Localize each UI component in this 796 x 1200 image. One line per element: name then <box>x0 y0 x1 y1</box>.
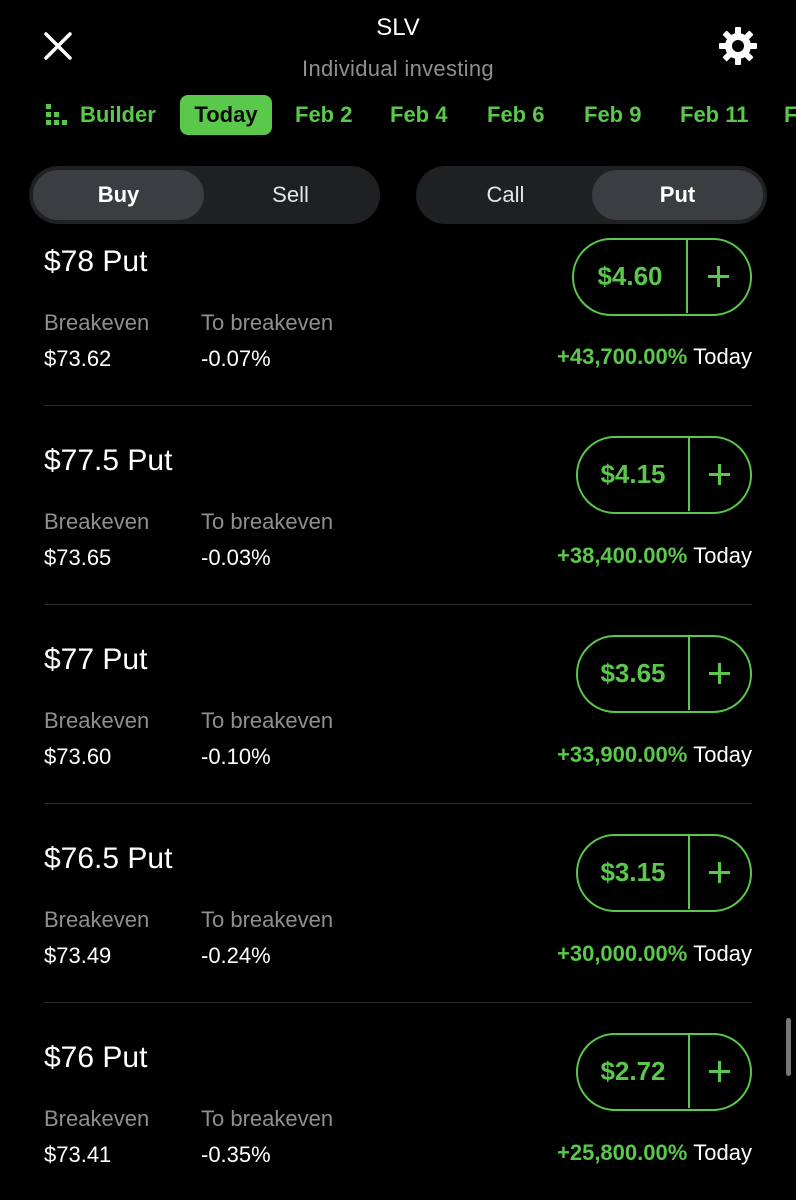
plus-icon <box>709 862 730 883</box>
strike-label: $77.5 Put <box>44 444 173 477</box>
strike-label: $77 Put <box>44 643 148 676</box>
add-to-order-button[interactable] <box>688 240 749 313</box>
daily-change: +25,800.00% Today <box>557 1140 752 1166</box>
daily-change: +30,000.00% Today <box>557 941 752 967</box>
plus-icon <box>709 663 730 684</box>
to-breakeven-label: To breakeven <box>201 907 334 932</box>
to-breakeven-value: -0.24% <box>201 943 271 968</box>
change-percent: +30,000.00% <box>557 941 688 966</box>
account-subtitle: Individual investing <box>302 56 494 81</box>
tab-feb-2[interactable]: Feb 2 <box>295 95 352 135</box>
change-period: Today <box>693 344 752 369</box>
breakeven-label: Breakeven <box>44 509 150 534</box>
change-period: Today <box>693 1140 752 1165</box>
add-to-order-button[interactable] <box>690 438 749 511</box>
to-breakeven-value: -0.07% <box>201 346 271 371</box>
breakeven-label: Breakeven <box>44 1106 150 1131</box>
price-pill: $3.15 <box>576 834 752 912</box>
option-price-button[interactable]: $3.15 <box>578 836 688 909</box>
tab-feb-11[interactable]: Feb 11 <box>680 95 748 135</box>
tab-feb-6[interactable]: Feb 6 <box>487 95 544 135</box>
price-pill: $4.15 <box>576 436 752 514</box>
to-breakeven-value: -0.03% <box>201 545 271 570</box>
breakeven-label: Breakeven <box>44 708 150 733</box>
breakeven-label: Breakeven <box>44 907 150 932</box>
breakeven-value: $73.41 <box>44 1142 112 1167</box>
strike-label: $76.5 Put <box>44 842 173 875</box>
to-breakeven-label: To breakeven <box>201 708 334 733</box>
tab-builder[interactable]: Builder <box>80 95 156 135</box>
plus-icon <box>709 1061 730 1082</box>
tab-feb-4[interactable]: Feb 4 <box>390 95 447 135</box>
plus-icon <box>708 266 729 287</box>
option-price-button[interactable]: $4.60 <box>574 240 686 313</box>
strike-label: $76 Put <box>44 1041 148 1074</box>
tab-next-partial[interactable]: F <box>784 95 796 135</box>
option-price-button[interactable]: $3.65 <box>578 637 688 710</box>
change-percent: +43,700.00% <box>557 344 688 369</box>
page-title: SLV <box>376 14 420 41</box>
price-pill: $3.65 <box>576 635 752 713</box>
option-price-button[interactable]: $4.15 <box>578 438 688 511</box>
to-breakeven-label: To breakeven <box>201 1106 334 1131</box>
option-row[interactable]: $77 Put Breakeven To breakeven $73.60 -0… <box>44 605 752 804</box>
daily-change: +43,700.00% Today <box>557 344 752 370</box>
breakeven-value: $73.62 <box>44 346 112 371</box>
breakeven-value: $73.60 <box>44 744 112 769</box>
option-row[interactable]: $76 Put Breakeven To breakeven $73.41 -0… <box>44 1003 752 1200</box>
option-row[interactable]: $76.5 Put Breakeven To breakeven $73.49 … <box>44 804 752 1003</box>
to-breakeven-value: -0.35% <box>201 1142 271 1167</box>
daily-change: +38,400.00% Today <box>557 543 752 569</box>
change-period: Today <box>693 742 752 767</box>
breakeven-label: Breakeven <box>44 310 150 335</box>
settings-button[interactable] <box>716 24 760 68</box>
expiration-tabs: Builder Today Feb 2 Feb 4 Feb 6 Feb 9 Fe… <box>0 95 796 135</box>
change-percent: +33,900.00% <box>557 742 688 767</box>
option-price-button[interactable]: $2.72 <box>578 1035 688 1108</box>
plus-icon <box>709 464 730 485</box>
strike-label: $78 Put <box>44 245 148 278</box>
price-pill: $2.72 <box>576 1033 752 1111</box>
scrollbar[interactable] <box>786 1018 791 1076</box>
app-root: SLV Individual investing Builder Today F… <box>0 0 796 1200</box>
price-pill: $4.60 <box>572 238 752 316</box>
breakeven-value: $73.49 <box>44 943 112 968</box>
change-period: Today <box>693 543 752 568</box>
option-row[interactable]: $78 Put Breakeven To breakeven $73.62 -0… <box>44 207 752 406</box>
change-period: Today <box>693 941 752 966</box>
tab-feb-9[interactable]: Feb 9 <box>584 95 641 135</box>
daily-change: +33,900.00% Today <box>557 742 752 768</box>
add-to-order-button[interactable] <box>690 1035 749 1108</box>
change-percent: +38,400.00% <box>557 543 688 568</box>
add-to-order-button[interactable] <box>690 637 749 710</box>
to-breakeven-label: To breakeven <box>201 509 334 534</box>
gear-icon <box>719 27 757 65</box>
breakeven-value: $73.65 <box>44 545 112 570</box>
change-percent: +25,800.00% <box>557 1140 688 1165</box>
to-breakeven-value: -0.10% <box>201 744 271 769</box>
tab-today[interactable]: Today <box>180 95 272 135</box>
to-breakeven-label: To breakeven <box>201 310 334 335</box>
option-row[interactable]: $77.5 Put Breakeven To breakeven $73.65 … <box>44 406 752 605</box>
add-to-order-button[interactable] <box>690 836 749 909</box>
